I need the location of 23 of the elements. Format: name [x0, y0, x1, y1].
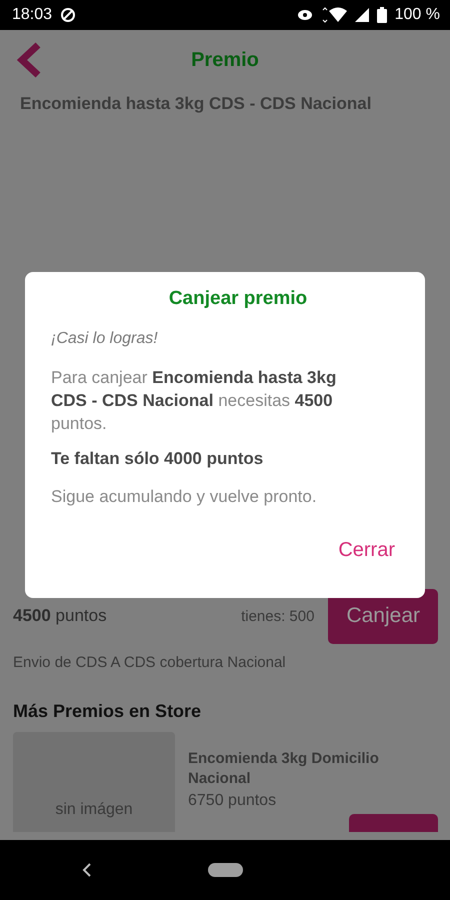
section-heading: Más Premios en Store [13, 701, 202, 722]
dialog-lead: ¡Casi lo logras! [51, 330, 159, 348]
status-time: 18:03 [12, 6, 52, 24]
points-balance: tienes: 500 [241, 608, 314, 624]
reward-price: 6750 puntos [188, 792, 278, 810]
dialog-hint: Sigue acumulando y vuelve pronto. [51, 487, 318, 507]
page-title: Premio [191, 48, 259, 72]
sync-off-icon [60, 7, 76, 23]
reward-price: 4500 puntos [13, 606, 108, 626]
reward-description: Envio de CDS A CDS cobertura Nacional [13, 654, 287, 671]
reward-name: Encomienda 3kg Domicilio Nacional [188, 749, 380, 789]
home-button[interactable] [208, 863, 242, 877]
missing-points: Te faltan sólo 4000 puntos [51, 449, 264, 469]
dialog-title: Canjear premio [168, 288, 308, 310]
dialog-message: Para canjear Encomienda hasta 3kg CDS - CDS Nacional necesitas 4500 puntos. [51, 367, 338, 435]
placeholder-text: sin imágen [55, 801, 133, 819]
signal-icon [354, 8, 369, 22]
battery-level: 100 % [394, 6, 440, 24]
wifi-icon [320, 7, 347, 23]
eye-icon [296, 9, 313, 21]
close-button[interactable]: Cerrar [338, 539, 395, 562]
reward-title: Encomienda hasta 3kg CDS - CDS Nacional [19, 93, 372, 115]
battery-icon [376, 7, 387, 23]
